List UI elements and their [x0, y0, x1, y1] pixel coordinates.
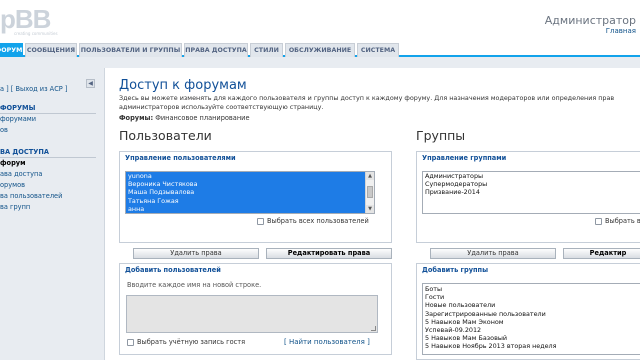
add-groups-fieldset: Добавить группы Боты Гости Новые пользов… — [416, 263, 640, 360]
add-groups-listbox[interactable]: Боты Гости Новые пользователи Зарегистри… — [422, 283, 640, 355]
tab-posts[interactable]: СООБЩЕНИЯ — [25, 43, 77, 57]
add-groups-legend: Добавить группы — [422, 266, 489, 274]
add-users-hint: Вводите каждое имя на новой строке. — [127, 281, 262, 289]
forums-value: Финансовое планирование — [155, 114, 250, 122]
list-item[interactable]: Администраторы — [423, 172, 640, 180]
collapse-sidebar-icon[interactable]: ◀ — [86, 79, 95, 88]
acp-header: pBB creating communities Администратор Г… — [0, 0, 640, 42]
list-item[interactable]: Новые пользователи — [423, 301, 640, 309]
list-item[interactable]: yunona — [126, 172, 374, 181]
select-all-groups-row[interactable]: Выбрать все г — [595, 217, 640, 225]
sidebar-item-group-permissions[interactable]: ва групп — [0, 203, 30, 211]
list-item[interactable]: Боты — [423, 285, 640, 293]
list-item[interactable]: Зарегистрированные пользователи — [423, 310, 640, 318]
list-item[interactable]: Призвание-2014 — [423, 188, 640, 196]
sidebar-item-forum-moderators[interactable]: орумов — [0, 181, 25, 189]
edit-user-permissions-button[interactable]: Редактировать права — [266, 248, 392, 259]
forums-label: Форумы: — [119, 114, 154, 122]
forums-line: Форумы: Финансовое планирование — [119, 114, 250, 122]
list-item[interactable]: Успевай-09.2012 — [423, 326, 640, 334]
home-link[interactable]: Главная — [606, 27, 636, 35]
tab-forums[interactable]: ФОРУМЫ — [0, 43, 29, 57]
add-users-textarea[interactable] — [126, 295, 378, 333]
tab-users-groups[interactable]: ПОЛЬЗОВАТЕЛИ И ГРУППЫ — [79, 43, 182, 57]
list-item[interactable]: Маша Подзывалова — [126, 188, 374, 197]
sidebar-heading-forums: ФОРУМЫ — [0, 104, 96, 114]
select-guest-row[interactable]: Выбрать учётную запись гостя — [127, 338, 245, 346]
users-listbox[interactable]: yunona Вероника Чистякова Маша Подзывало… — [125, 171, 375, 214]
groups-section-title: Группы — [416, 128, 466, 143]
list-item[interactable]: Вероника Чистякова — [126, 180, 374, 189]
list-item[interactable]: 5 Навыков Мам Эконом — [423, 318, 640, 326]
list-item[interactable]: 5 Навыков Ноябрь 2013 вторая неделя — [423, 342, 640, 350]
tab-styles[interactable]: СТИЛИ — [250, 43, 283, 57]
list-item[interactable]: анна — [126, 204, 374, 213]
users-list-scrollbar[interactable]: ▲ ▼ — [365, 172, 374, 213]
add-users-fieldset: Добавить пользователей Вводите каждое им… — [119, 263, 392, 355]
sidebar-item-manage-forums[interactable]: форумами — [0, 115, 36, 123]
sidebar-top-links[interactable]: а ] [ Выход из АСР ] — [0, 85, 67, 93]
select-all-groups-checkbox[interactable] — [595, 217, 602, 225]
tab-maintenance[interactable]: ОБСЛУЖИВАНИЕ — [285, 43, 355, 57]
list-item[interactable]: Татьяна Гожая — [126, 196, 374, 205]
resize-grip-icon[interactable] — [371, 326, 376, 331]
edit-group-permissions-button[interactable]: Редактир — [563, 248, 640, 259]
manage-groups-legend: Управление группами — [422, 154, 507, 162]
acp-tabs: ФОРУМЫ СООБЩЕНИЯ ПОЛЬЗОВАТЕЛИ И ГРУППЫ П… — [0, 42, 640, 57]
remove-user-permissions-button[interactable]: Удалить права — [133, 248, 259, 259]
logo-tagline: creating communities — [14, 31, 58, 36]
scroll-up-icon[interactable]: ▲ — [366, 172, 374, 180]
manage-groups-fieldset: Управление группами Администраторы Супер… — [416, 151, 640, 243]
admin-panel-title: Администратор — [544, 14, 636, 27]
sidebar-item-permission-roles[interactable]: ава доступа — [0, 170, 42, 178]
page-title: Доступ к форумам — [119, 78, 247, 93]
users-section-title: Пользователи — [119, 128, 212, 143]
select-guest-checkbox[interactable] — [127, 338, 134, 346]
acp-sidebar: ◀ а ] [ Выход из АСР ] ФОРУМЫ форумами о… — [0, 76, 96, 360]
select-all-groups-label: Выбрать все г — [605, 217, 640, 225]
remove-group-permissions-button[interactable]: Удалить права — [430, 248, 556, 259]
select-all-users-row[interactable]: Выбрать всех пользователей — [257, 217, 369, 225]
scroll-down-icon[interactable]: ▼ — [366, 205, 374, 213]
select-guest-label: Выбрать учётную запись гостя — [137, 338, 246, 346]
scroll-thumb[interactable] — [367, 186, 373, 198]
select-all-users-label: Выбрать всех пользователей — [267, 217, 369, 225]
list-item[interactable]: Гости — [423, 293, 640, 301]
list-item[interactable]: Супермодераторы — [423, 180, 640, 188]
sidebar-heading-permissions: ВА ДОСТУПА — [0, 148, 96, 158]
select-all-users-checkbox[interactable] — [257, 217, 264, 225]
manage-users-fieldset: Управление пользователями yunona Вероник… — [119, 151, 392, 243]
sidebar-item-forum-permissions[interactable]: форум — [0, 159, 25, 167]
main-panel: Доступ к форумам Здесь вы можете изменят… — [104, 68, 640, 360]
find-user-link[interactable]: [ Найти пользователя ] — [284, 338, 370, 346]
manage-users-legend: Управление пользователями — [125, 154, 236, 162]
sidebar-item-forum-other[interactable]: ов — [0, 126, 8, 134]
add-users-legend: Добавить пользователей — [125, 266, 221, 274]
list-item[interactable]: 5 Навыков Мам Базовый — [423, 334, 640, 342]
groups-listbox[interactable]: Администраторы Супермодераторы Призвание… — [422, 171, 640, 214]
tab-system[interactable]: СИСТЕМА — [357, 43, 399, 57]
sidebar-item-user-permissions[interactable]: ва пользователей — [0, 192, 62, 200]
tab-permissions[interactable]: ПРАВА ДОСТУПА — [184, 43, 248, 57]
page-description: Здесь вы можете изменять для каждого пол… — [119, 94, 615, 111]
